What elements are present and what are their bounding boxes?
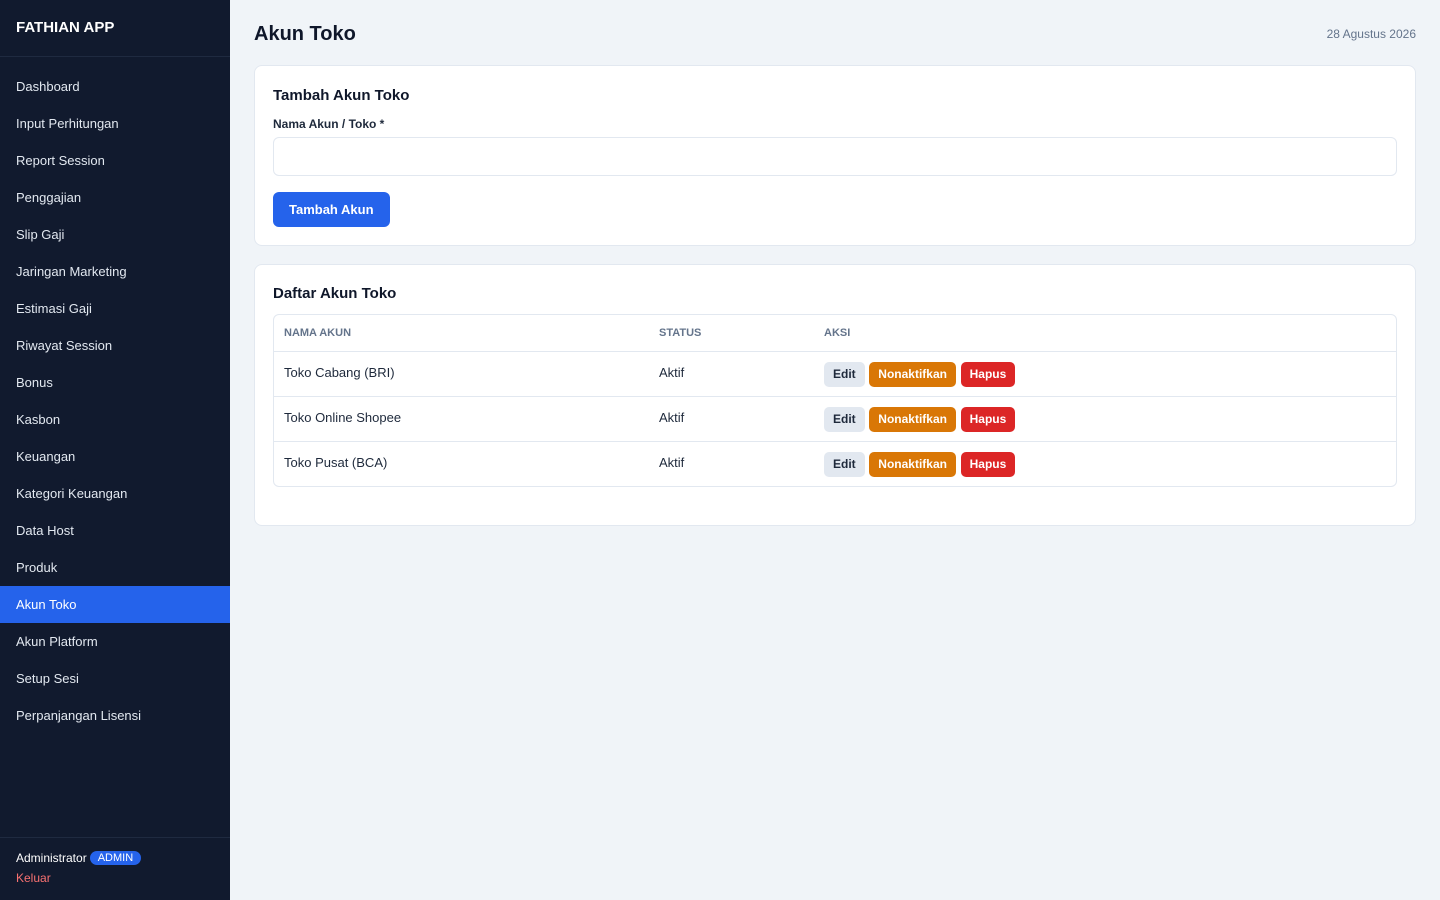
table-header-row: NAMA AKUN STATUS AKSI	[274, 315, 1396, 352]
account-list-title: Daftar Akun Toko	[273, 285, 397, 302]
sidebar-footer: Administrator ADMIN Keluar	[0, 837, 230, 900]
table-row: Toko Online Shopee Aktif Edit Nonaktifka…	[274, 396, 1396, 442]
sidebar-item-perpanjangan-lisensi[interactable]: Perpanjangan Lisensi	[0, 697, 230, 734]
account-name-cell: Toko Pusat (BCA)	[284, 454, 388, 470]
app-brand: FATHIAN APP	[0, 0, 230, 57]
account-name-input[interactable]	[273, 137, 1397, 176]
delete-button[interactable]: Hapus	[960, 451, 1016, 477]
add-account-card: Tambah Akun Toko Nama Akun / Toko * Tamb…	[254, 65, 1416, 246]
sidebar-item-penggajian[interactable]: Penggajian	[0, 179, 230, 216]
sidebar-item-akun-toko[interactable]: Akun Toko	[0, 586, 230, 623]
sidebar-item-dashboard[interactable]: Dashboard	[0, 68, 230, 105]
sidebar: FATHIAN APP Dashboard Input Perhitungan …	[0, 0, 230, 900]
sidebar-item-input-perhitungan[interactable]: Input Perhitungan	[0, 105, 230, 142]
deactivate-button[interactable]: Nonaktifkan	[869, 361, 956, 387]
deactivate-button[interactable]: Nonaktifkan	[869, 451, 956, 477]
account-actions-cell: Edit Nonaktifkan Hapus	[814, 441, 1396, 486]
sidebar-item-bonus[interactable]: Bonus	[0, 364, 230, 401]
main-content: Akun Toko 28 Agustus 2026 Tambah Akun To…	[230, 0, 1440, 900]
column-header-actions: AKSI	[814, 315, 1396, 352]
sidebar-item-report-session[interactable]: Report Session	[0, 142, 230, 179]
account-name-cell: Toko Cabang (BRI)	[274, 351, 649, 397]
sidebar-item-kasbon[interactable]: Kasbon	[0, 401, 230, 438]
sidebar-item-kategori-keuangan[interactable]: Kategori Keuangan	[0, 475, 230, 512]
table-row: Toko Pusat (BCA) Aktif Edit Nonaktifkan …	[274, 441, 1396, 486]
sidebar-item-estimasi-gaji[interactable]: Estimasi Gaji	[0, 290, 230, 327]
edit-button[interactable]: Edit	[824, 451, 865, 477]
sidebar-item-slip-gaji[interactable]: Slip Gaji	[0, 216, 230, 253]
logout-link[interactable]: Keluar	[16, 871, 214, 885]
sidebar-nav: Dashboard Input Perhitungan Report Sessi…	[0, 57, 230, 734]
edit-button[interactable]: Edit	[824, 406, 865, 432]
delete-button[interactable]: Hapus	[960, 361, 1016, 387]
column-header-name: NAMA AKUN	[274, 315, 649, 352]
sidebar-item-riwayat-session[interactable]: Riwayat Session	[0, 327, 230, 364]
sidebar-item-akun-platform[interactable]: Akun Platform	[0, 623, 230, 660]
account-status-cell: Aktif	[659, 454, 685, 470]
account-name-label: Nama Akun / Toko *	[273, 117, 385, 131]
column-header-status: STATUS	[649, 315, 814, 352]
sidebar-item-data-host[interactable]: Data Host	[0, 512, 230, 549]
page-title: Akun Toko	[254, 23, 356, 45]
user-name: Administrator	[16, 851, 87, 865]
add-account-button[interactable]: Tambah Akun	[273, 192, 390, 227]
deactivate-button[interactable]: Nonaktifkan	[869, 406, 956, 432]
sidebar-item-setup-sesi[interactable]: Setup Sesi	[0, 660, 230, 697]
table-row: Toko Cabang (BRI) Aktif Edit Nonaktifkan…	[274, 351, 1396, 397]
role-badge: ADMIN	[89, 851, 142, 865]
page-date: 28 Agustus 2026	[1326, 27, 1416, 41]
delete-button[interactable]: Hapus	[960, 406, 1016, 432]
sidebar-item-keuangan[interactable]: Keuangan	[0, 438, 230, 475]
account-list-card: Daftar Akun Toko NAMA AKUN STATUS AKSI T…	[254, 264, 1416, 526]
sidebar-item-jaringan-marketing[interactable]: Jaringan Marketing	[0, 253, 230, 290]
user-info: Administrator ADMIN	[16, 851, 214, 865]
account-actions-cell: Edit Nonaktifkan Hapus	[814, 351, 1396, 397]
account-status-cell: Aktif	[649, 351, 814, 397]
account-status-cell: Aktif	[649, 396, 814, 442]
edit-button[interactable]: Edit	[824, 361, 865, 387]
account-name-cell: Toko Online Shopee	[274, 396, 649, 442]
account-actions-cell: Edit Nonaktifkan Hapus	[814, 396, 1396, 442]
sidebar-item-produk[interactable]: Produk	[0, 549, 230, 586]
account-table: NAMA AKUN STATUS AKSI Toko Cabang (BRI) …	[273, 314, 1397, 487]
add-account-title: Tambah Akun Toko	[273, 87, 410, 104]
